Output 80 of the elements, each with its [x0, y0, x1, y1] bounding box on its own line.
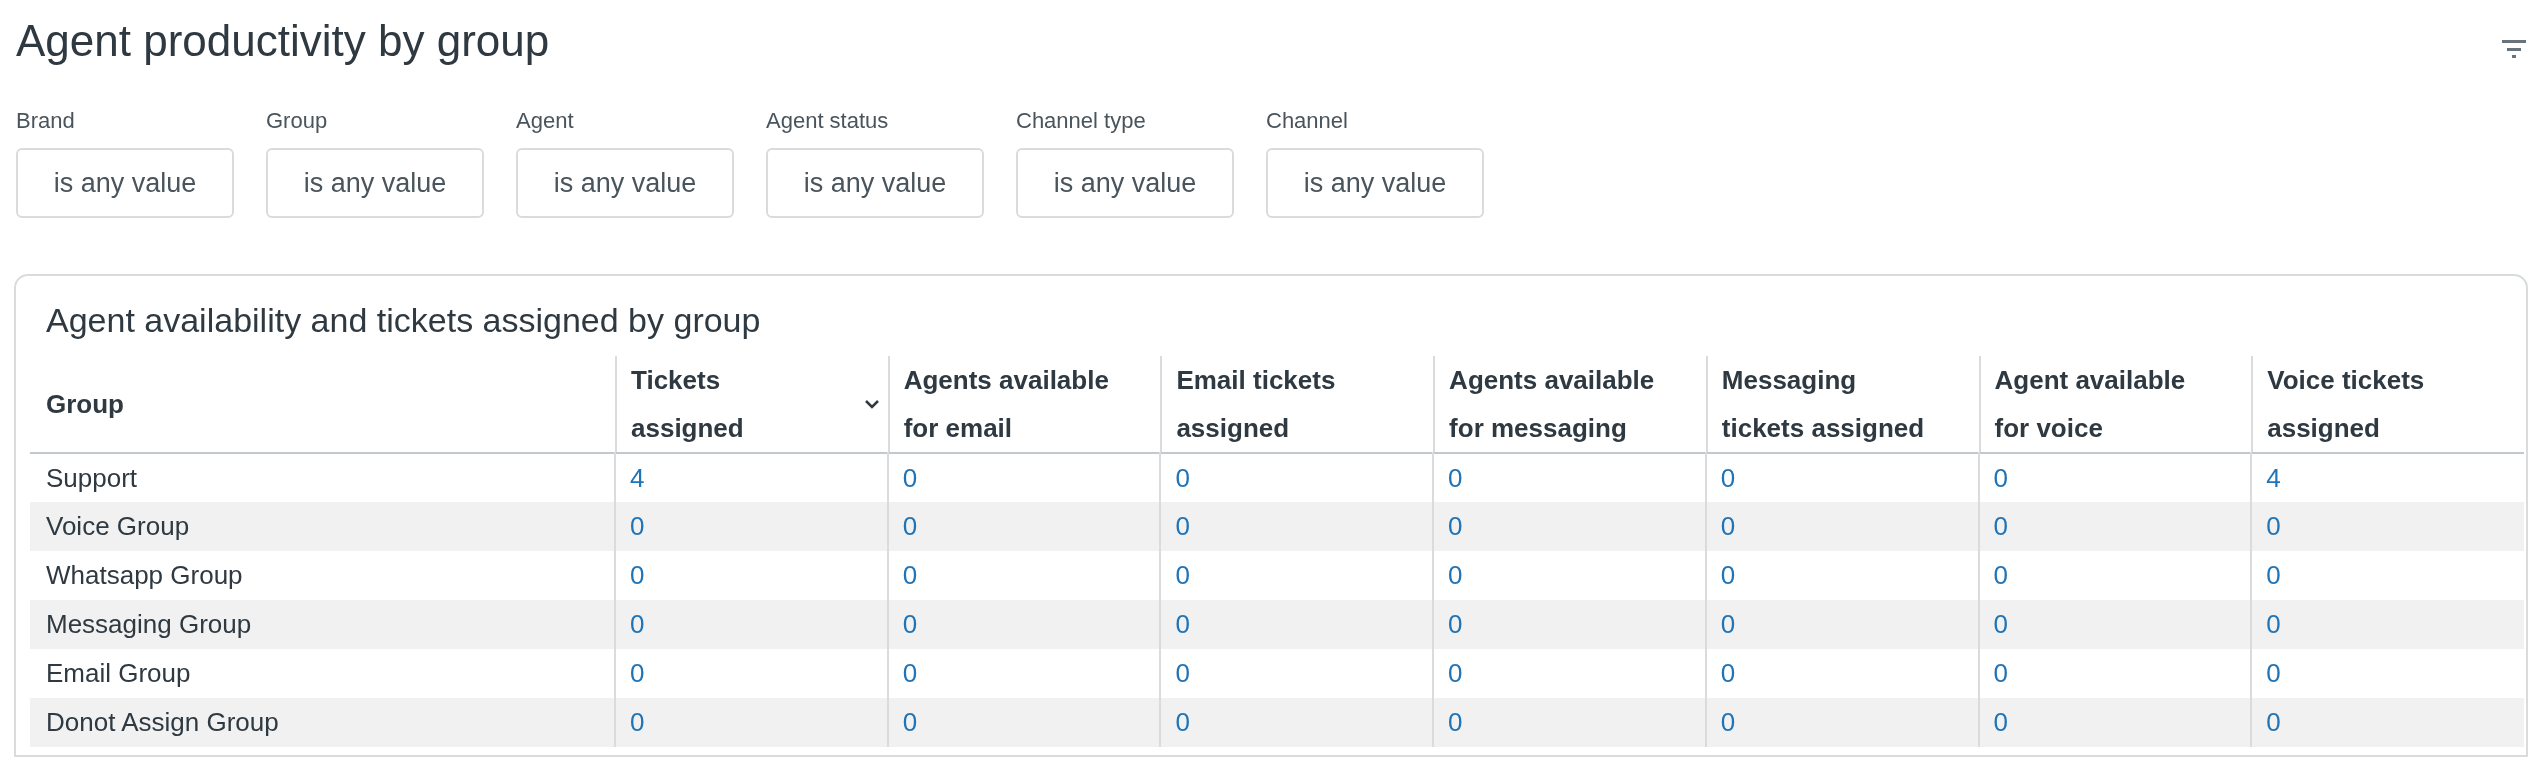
column-header-label: Agents available for messaging — [1449, 364, 1656, 445]
count-link[interactable]: 0 — [1448, 609, 1463, 639]
count-link[interactable]: 0 — [630, 707, 645, 737]
count-link[interactable]: 0 — [2266, 707, 2281, 737]
count-link[interactable]: 0 — [1448, 707, 1463, 737]
count-link[interactable]: 0 — [902, 462, 918, 493]
column-header[interactable]: Agent available for voice — [1978, 356, 2252, 453]
filter-label: Agent status — [766, 108, 890, 134]
table-cell: Donot Assign Group — [30, 698, 615, 747]
column-header[interactable]: Messaging tickets assigned — [1705, 356, 1979, 453]
filter-dropdown[interactable]: is any value — [1016, 148, 1234, 218]
chevron-down-icon — [863, 399, 880, 409]
filter-label: Agent — [516, 108, 575, 134]
column-header-label: Messaging tickets assigned — [1721, 364, 1926, 445]
count-link[interactable]: 0 — [2266, 609, 2281, 639]
count-link[interactable]: 0 — [1720, 462, 1736, 493]
count-link[interactable]: 0 — [1175, 560, 1190, 590]
filter-dropdown[interactable]: is any value — [16, 148, 234, 218]
count-link[interactable]: 4 — [2266, 462, 2281, 493]
column-header-label: Agents available for email — [903, 364, 1110, 445]
count-link[interactable]: 0 — [630, 511, 645, 541]
count-link[interactable]: 0 — [1720, 511, 1736, 541]
count-link[interactable]: 0 — [1448, 462, 1463, 493]
count-link[interactable]: 0 — [1720, 609, 1736, 639]
count-link[interactable]: 0 — [1720, 707, 1736, 737]
count-link[interactable]: 0 — [902, 707, 918, 737]
filter-label: Channel type — [1016, 108, 1147, 134]
count-link[interactable]: 0 — [1448, 511, 1463, 541]
count-link[interactable]: 0 — [1448, 560, 1463, 590]
filter-dropdown[interactable]: is any value — [1266, 148, 1484, 218]
count-link[interactable]: 0 — [902, 609, 918, 639]
count-link[interactable]: 0 — [1993, 462, 2008, 493]
column-header-label: Agent available for voice — [1994, 364, 2187, 445]
count-link[interactable]: 0 — [1175, 609, 1190, 639]
table-cell: Voice Group — [30, 502, 615, 551]
column-header-label: Tickets assigned — [631, 364, 745, 445]
count-link[interactable]: 0 — [1993, 560, 2008, 590]
filter-label: Channel — [1266, 108, 1349, 134]
filter-dropdown[interactable]: is any value — [766, 148, 984, 218]
column-header-label: Group — [46, 388, 124, 421]
column-header-label: Email tickets assigned — [1176, 364, 1337, 445]
count-link[interactable]: 0 — [1993, 658, 2008, 688]
column-header[interactable]: Tickets assigned — [615, 356, 888, 453]
filter-label: Group — [266, 108, 329, 134]
column-header[interactable]: Group — [30, 356, 615, 453]
count-link[interactable]: 0 — [1175, 658, 1190, 688]
count-link[interactable]: 0 — [1993, 707, 2008, 737]
filter-dropdown[interactable]: is any value — [516, 148, 734, 218]
count-link[interactable]: 0 — [1175, 511, 1190, 541]
count-link[interactable]: 0 — [902, 511, 918, 541]
count-link[interactable]: 0 — [1175, 462, 1190, 493]
filter-label: Brand — [16, 108, 76, 134]
count-link[interactable]: 0 — [1993, 511, 2008, 541]
table-cell: Whatsapp Group — [30, 551, 615, 600]
column-header[interactable]: Agents available for messaging — [1433, 356, 1706, 453]
count-link[interactable]: 0 — [1448, 658, 1463, 688]
column-header[interactable]: Agents available for email — [887, 356, 1161, 453]
filter-icon[interactable] — [2502, 40, 2526, 58]
count-link[interactable]: 0 — [1720, 658, 1736, 688]
card-title: Agent availability and tickets assigned by group — [45, 300, 762, 340]
count-link[interactable]: 0 — [630, 560, 645, 590]
count-link[interactable]: 0 — [902, 658, 918, 688]
count-link[interactable]: 0 — [2266, 658, 2281, 688]
count-link[interactable]: 0 — [1993, 609, 2008, 639]
table-cell: Messaging Group — [30, 600, 615, 649]
count-link[interactable]: 4 — [630, 462, 645, 493]
filter-dropdown[interactable]: is any value — [266, 148, 484, 218]
count-link[interactable]: 0 — [2266, 560, 2281, 590]
column-header[interactable]: Voice tickets assigned — [2251, 356, 2524, 453]
table-cell: Email Group — [30, 649, 615, 698]
column-header[interactable]: Email tickets assigned — [1160, 356, 1434, 453]
count-link[interactable]: 0 — [1720, 560, 1736, 590]
count-link[interactable]: 0 — [630, 658, 645, 688]
count-link[interactable]: 0 — [1175, 707, 1190, 737]
count-link[interactable]: 0 — [630, 609, 645, 639]
count-link[interactable]: 0 — [902, 560, 918, 590]
page-title: Agent productivity by group — [16, 15, 550, 67]
column-header-label: Voice tickets assigned — [2267, 364, 2426, 445]
table-cell: Support — [30, 453, 615, 502]
count-link[interactable]: 0 — [2266, 511, 2281, 541]
